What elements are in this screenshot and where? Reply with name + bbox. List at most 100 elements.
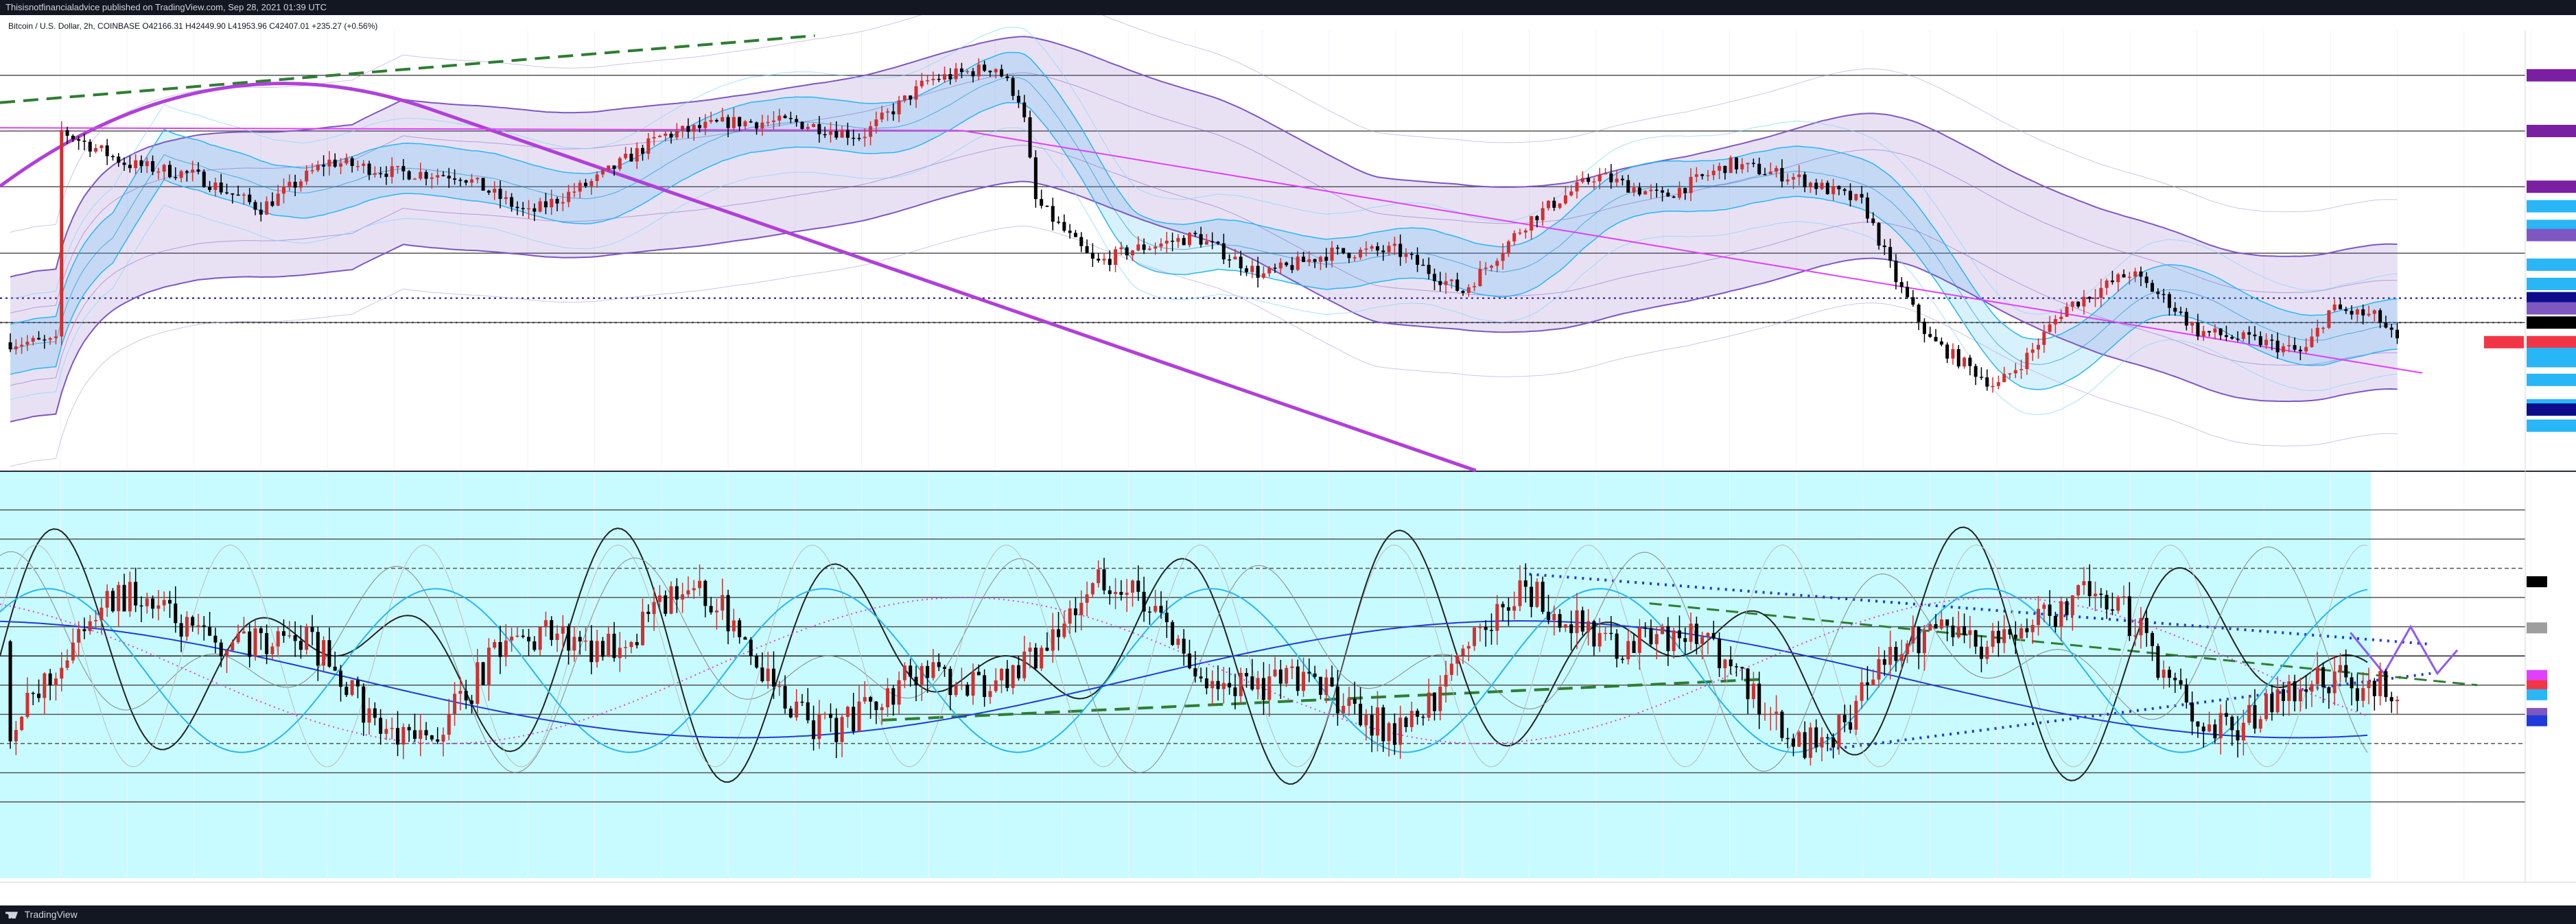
chart-svg[interactable]: Bitcoin / U.S. Dollar, 2h, COINBASE O421…	[0, 0, 2576, 905]
candle-body	[82, 141, 86, 142]
osc-candle-body	[669, 586, 673, 614]
candle-body	[242, 194, 246, 196]
candle-body	[618, 158, 622, 169]
osc-candle-body	[1951, 626, 1955, 638]
osc-candle-body	[1171, 621, 1175, 645]
candle-body	[1746, 163, 1750, 165]
candle-body	[1239, 257, 1243, 269]
osc-candle-body	[1734, 666, 1738, 667]
osc-candle-body	[1974, 630, 1978, 647]
osc-candle-body	[1792, 738, 1796, 747]
candle-body	[1951, 348, 1955, 359]
candle-body	[1899, 282, 1904, 287]
osc-candle-body	[2019, 628, 2024, 639]
osc-candle-body	[1364, 714, 1368, 726]
candle-body	[669, 133, 673, 138]
candle-body	[1666, 192, 1670, 197]
candle-body	[1342, 248, 1346, 253]
candle-body	[1449, 279, 1453, 281]
candle-body	[453, 178, 457, 180]
oscillator-value-tag	[2527, 715, 2547, 726]
osc-candle-body	[760, 667, 764, 681]
candle-body	[766, 121, 770, 123]
candle-body	[1928, 333, 1932, 337]
candle-body	[1353, 257, 1357, 259]
osc-candle-body	[1461, 648, 1465, 656]
osc-candle-body	[2298, 689, 2302, 702]
candle-body	[1375, 246, 1379, 251]
osc-candle-body	[305, 626, 309, 650]
osc-candle-body	[99, 607, 104, 620]
osc-candle-body	[2122, 596, 2126, 597]
candle-body	[1097, 259, 1101, 261]
candle-body	[1996, 382, 2000, 386]
candle-body	[1490, 265, 1494, 268]
publish-line: Thisisnotfinancialadvice published on Tr…	[5, 2, 327, 12]
candle-body	[1768, 171, 1772, 175]
osc-candle-body	[110, 591, 115, 612]
osc-candle-body	[1381, 707, 1385, 742]
osc-candle-body	[2236, 730, 2240, 741]
osc-candle-body	[1569, 624, 1573, 633]
osc-candle-body	[1780, 711, 1784, 738]
candle-body	[2110, 280, 2114, 283]
candle-body	[652, 137, 656, 139]
candle-body	[298, 181, 303, 188]
osc-candle-body	[2332, 671, 2337, 694]
candle-body	[1245, 268, 1249, 272]
osc-candle-body	[373, 708, 377, 718]
candle-body	[1125, 247, 1129, 256]
osc-candle-body	[1085, 594, 1089, 603]
candle-body	[692, 125, 696, 132]
osc-candle-body	[1597, 632, 1602, 647]
osc-candle-body	[1062, 624, 1066, 637]
osc-candle-body	[362, 686, 366, 723]
osc-candle-body	[1210, 680, 1215, 689]
candle-body	[1278, 262, 1283, 269]
candle-body	[1763, 174, 1767, 176]
candle-body	[2275, 340, 2280, 353]
candle-body	[943, 74, 947, 80]
candle-body	[869, 126, 873, 137]
osc-candle-body	[2087, 581, 2092, 596]
osc-candle-body	[316, 632, 320, 666]
candle-body	[2367, 313, 2371, 316]
candle-body	[25, 342, 30, 345]
candle-body	[1808, 182, 1812, 188]
price-label-tag	[2527, 228, 2576, 241]
osc-candle-body	[959, 685, 963, 686]
osc-candle-body	[1985, 646, 1989, 659]
candle-body	[771, 120, 775, 122]
candle-body	[185, 171, 189, 173]
osc-candle-body	[1512, 606, 1517, 611]
osc-candle-body	[1689, 624, 1693, 642]
osc-candle-body	[355, 680, 360, 687]
candle-body	[2258, 336, 2262, 346]
osc-candle-body	[1740, 667, 1744, 669]
osc-candle-body	[1005, 668, 1009, 688]
chart-area[interactable]: Bitcoin / U.S. Dollar, 2h, COINBASE O421…	[0, 0, 2576, 905]
candle-body	[196, 169, 200, 172]
osc-candle-body	[526, 637, 530, 642]
osc-candle-body	[1330, 677, 1334, 687]
osc-candle-body	[721, 595, 725, 611]
osc-candle-body	[771, 668, 775, 687]
osc-candle-body	[1501, 604, 1505, 608]
osc-candle-body	[504, 640, 508, 657]
candle-body	[641, 147, 645, 154]
osc-candle-body	[1706, 632, 1710, 637]
candle-body	[1221, 243, 1226, 260]
osc-candle-body	[37, 694, 41, 698]
candle-body	[1547, 200, 1551, 209]
candle-body	[1193, 233, 1197, 235]
candle-body	[2372, 310, 2376, 314]
osc-candle-body	[1661, 626, 1665, 635]
osc-candle-body	[1449, 663, 1453, 675]
osc-candle-body	[293, 635, 297, 641]
osc-candle-body	[874, 701, 878, 711]
candle-body	[270, 201, 274, 206]
candle-body	[1831, 186, 1836, 195]
candle-body	[2019, 369, 2024, 370]
candle-body	[2287, 345, 2291, 346]
candle-body	[99, 145, 104, 148]
